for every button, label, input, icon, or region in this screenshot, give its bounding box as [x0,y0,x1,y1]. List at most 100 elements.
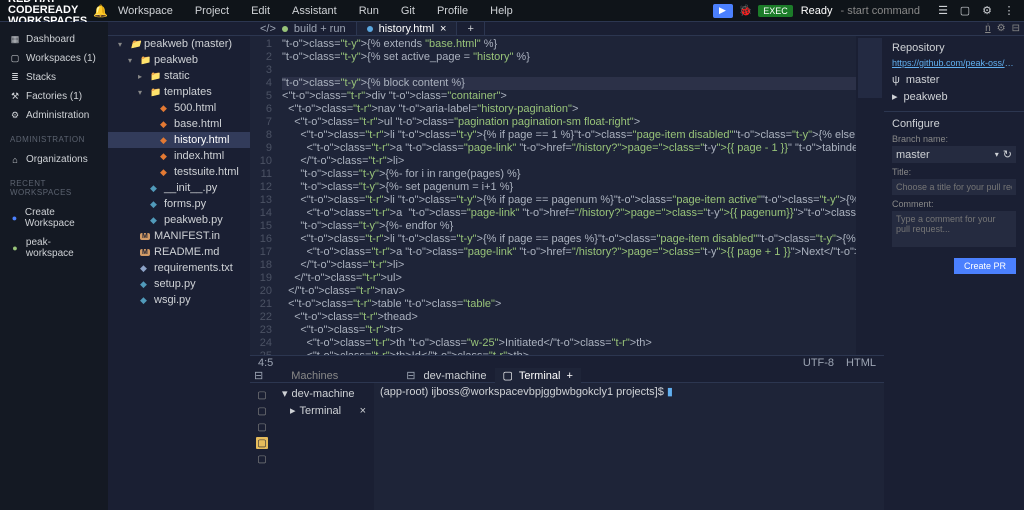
menu-help[interactable]: Help [480,2,523,20]
titlebar: RED HAT CODEREADY WORKSPACES 🔔 Workspace… [0,0,1024,22]
code-pane[interactable]: 1234567891011121314151617181920212223242… [250,36,884,355]
close-icon[interactable]: × [360,405,366,417]
run-button[interactable]: ▶ [713,4,733,18]
term-icon-5[interactable]: ▢ [256,453,268,465]
menu-bar: WorkspaceProjectEditAssistantRunGitProfi… [108,2,523,20]
gutter: 1234567891011121314151617181920212223242… [250,36,278,355]
file-tree-item[interactable]: ▸📁static [108,68,250,84]
refresh-icon[interactable]: ↻ [1003,148,1012,161]
machines-label: Machines [271,370,338,382]
nav-item[interactable]: ⌂Organizations [0,150,108,169]
tab-new[interactable]: + [457,22,484,35]
exec-hint: - start command [841,5,920,17]
repo-heading: Repository [892,42,1016,54]
terminal: ▢ ▢ ▢ ▢ ▢ ▾ dev-machine ▸ Terminal × (ap… [250,383,884,510]
file-tree-item[interactable]: ◆history.html [108,132,250,148]
dev-machine-label[interactable]: dev-machine [424,370,487,382]
file-tree-item[interactable]: MREADME.md [108,244,250,260]
terminal-gutter: ▢ ▢ ▢ ▢ ▢ [250,383,274,510]
gear-icon[interactable]: ⚙ [980,4,994,18]
file-tree-item[interactable]: ◆base.html [108,116,250,132]
term-icon-2[interactable]: ▢ [256,405,268,417]
branch-row[interactable]: ψmaster [892,72,1016,88]
tab-run-label: build + run [294,23,346,35]
exec-badge: EXEC [758,5,793,17]
close-icon[interactable]: × [440,23,446,35]
minimap[interactable] [856,36,884,355]
term-machine-item[interactable]: ▾ dev-machine [276,385,372,402]
term-icon-3[interactable]: ▢ [256,421,268,433]
branch-name-label: Branch name: [892,134,1016,144]
title-label: Title: [892,167,1016,177]
nav-item[interactable]: ⚒Factories (1) [0,87,108,106]
nav-item[interactable]: ⚙Administration [0,106,108,125]
repo-url[interactable]: https://github.com/peak-oss/peakw... [892,58,1016,68]
menu-assistant[interactable]: Assistant [282,2,347,20]
create-pr-button[interactable]: Create PR [954,258,1016,274]
comment-input[interactable] [892,211,1016,247]
nav-item[interactable]: ▦Dashboard [0,30,108,49]
rp-branch-icon[interactable]: ṅ [985,23,991,34]
menu-edit[interactable]: Edit [241,2,280,20]
nav-item[interactable]: ≣Stacks [0,68,108,87]
branch-icon: ψ [892,74,900,86]
menu-run[interactable]: Run [349,2,389,20]
collapse-icon[interactable]: ⊟ [254,369,263,382]
tab-file-label: history.html [379,23,434,35]
file-tree-item[interactable]: ◆setup.py [108,276,250,292]
editor-tabs: </> build + run history.html × + [250,22,884,36]
encoding[interactable]: UTF-8 [803,357,834,369]
term-icon-active[interactable]: ▢ [256,437,268,449]
nav-recent-item[interactable]: ●Create Workspace [0,203,108,233]
more-icon[interactable]: ⋮ [1002,4,1016,18]
rp-gear-icon[interactable]: ⚙ [997,23,1006,34]
right-panel: ṅ ⚙ ⊟ Repository https://github.com/peak… [884,22,1024,510]
nav-recent-item[interactable]: ●peak-workspace [0,233,108,263]
terminal-machine-list: ▾ dev-machine ▸ Terminal × [274,383,374,510]
terminal-body[interactable]: (app-root) ijboss@workspacevbpjggbwbgokc… [374,383,884,510]
cursor-pos: 4:5 [258,357,273,369]
term-terminal-item[interactable]: ▸ Terminal × [276,402,372,419]
window-icon[interactable]: ▢ [958,4,972,18]
nav-head-admin: ADMINISTRATION [0,129,108,146]
tab-file[interactable]: history.html × [357,22,458,35]
debug-button[interactable]: 🐞 [739,4,753,17]
file-tree-item[interactable]: ◆500.html [108,100,250,116]
file-tree-item[interactable]: ◆__init__.py [108,180,250,196]
branch-select[interactable]: master▾↻ [892,146,1016,163]
run-status: EXEC Ready - start command [758,5,920,17]
file-tree-item[interactable]: ◆requirements.txt [108,260,250,276]
file-tree-item[interactable]: ◆peakweb.py [108,212,250,228]
rp-close-icon[interactable]: ⊟ [1012,23,1020,34]
file-tree-item[interactable]: ◆testsuite.html [108,164,250,180]
file-tree-item[interactable]: MMANIFEST.in [108,228,250,244]
file-tree-item[interactable]: ▾📁templates [108,84,250,100]
folder-row[interactable]: ▸peakweb [892,88,1016,105]
left-nav: ▦Dashboard▢Workspaces (1)≣Stacks⚒Factori… [0,22,108,510]
code[interactable]: "t-o">class="t-y">{% extends "base.html"… [278,36,856,355]
file-tree-item[interactable]: ◆forms.py [108,196,250,212]
term-icon-1[interactable]: ▢ [256,389,268,401]
tab-run[interactable]: </> build + run [250,22,357,35]
file-tree-item[interactable]: ▾📁peakweb [108,52,250,68]
list-icon[interactable]: ☰ [936,4,950,18]
menu-git[interactable]: Git [391,2,425,20]
menu-profile[interactable]: Profile [427,2,478,20]
bell-icon[interactable]: 🔔 [93,5,108,17]
toolbar-icons: ☰ ▢ ⚙ ⋮ [936,4,1016,18]
toolbar-right: ▶ 🐞 EXEC Ready - start command ☰ ▢ ⚙ ⋮ [713,4,1024,18]
terminal-tab[interactable]: ▢ Terminal + [495,368,581,383]
menu-workspace[interactable]: Workspace [108,2,183,20]
title-input[interactable] [892,179,1016,195]
file-tree-item[interactable]: ▾📁peakweb (master) [108,36,250,52]
editor-area: </> build + run history.html × + 1234567… [250,22,884,510]
nav-head-recent: RECENT WORKSPACES [0,173,108,199]
exec-status: Ready [801,5,833,17]
terminal-tab-label: Terminal [519,370,561,382]
file-tree-item[interactable]: ◆index.html [108,148,250,164]
nav-item[interactable]: ▢Workspaces (1) [0,49,108,68]
menu-project[interactable]: Project [185,2,239,20]
file-tree-item[interactable]: ◆wsgi.py [108,292,250,308]
language[interactable]: HTML [846,357,876,369]
right-panel-tabs: ṅ ⚙ ⊟ [884,22,1024,36]
